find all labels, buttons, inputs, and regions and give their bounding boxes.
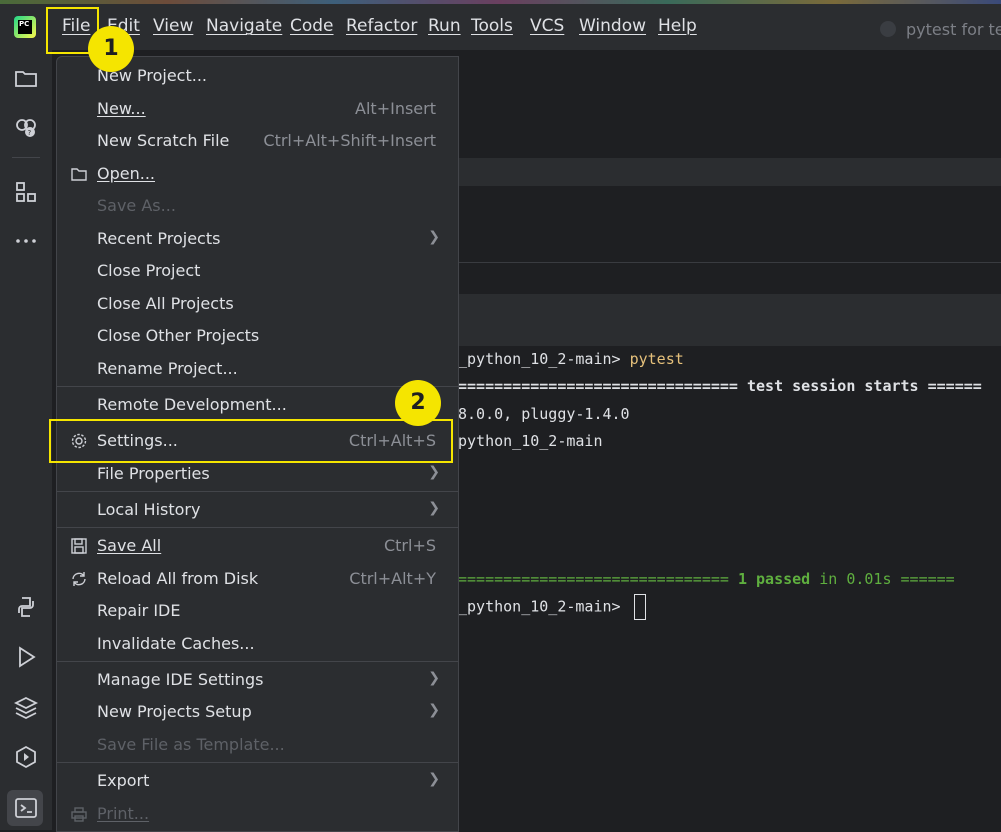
chevron-right-icon: ❯ (428, 500, 440, 516)
editor-band-1 (458, 158, 1001, 186)
services-icon[interactable] (12, 743, 40, 771)
menu-repair-ide[interactable]: Repair IDE (57, 596, 458, 626)
sidebar-separator (12, 157, 40, 158)
terminal-header (458, 294, 1001, 346)
step-badge-2: 2 (395, 380, 441, 426)
run-icon[interactable] (12, 643, 40, 671)
menu-print: Print... (57, 799, 458, 829)
terminal-line-3: 8.0.0, pluggy-1.4.0 (458, 405, 630, 423)
python-interpreter-icon (880, 21, 896, 37)
save-icon (71, 538, 87, 554)
menu-separator (57, 491, 458, 492)
menu-close-project[interactable]: Close Project (57, 256, 458, 286)
step-badge-1: 1 (88, 26, 134, 72)
menu-refactor[interactable]: Refactor (346, 16, 417, 36)
chevron-right-icon: ❯ (428, 229, 440, 245)
menu-separator (57, 762, 458, 763)
terminal-line-5: ============================== 1 passed … (458, 570, 955, 588)
chevron-right-icon: ❯ (428, 702, 440, 718)
terminal-cursor (633, 594, 646, 620)
highlight-settings (49, 419, 453, 463)
menu-save-file-as-template: Save File as Template... (97, 735, 285, 754)
reload-icon (72, 572, 86, 586)
terminal-line-2: =============================== test ses… (458, 377, 982, 395)
chevron-right-icon: ❯ (428, 771, 440, 787)
terminal-output[interactable]: _python_10_2-main> pytest ==============… (458, 348, 1001, 830)
menu-new[interactable]: New... Alt+Insert (57, 94, 458, 124)
structure-icon[interactable] (12, 178, 40, 206)
menu-close-other-projects[interactable]: Close Other Projects (57, 321, 458, 351)
layers-icon[interactable] (12, 693, 40, 721)
menu-recent-projects[interactable]: Recent Projects ❯ (57, 224, 458, 254)
folder-open-icon (71, 168, 87, 181)
menu-manage-ide-settings[interactable]: Manage IDE Settings ❯ (57, 665, 458, 695)
terminal-icon[interactable] (12, 794, 40, 822)
menu-reload-all[interactable]: Reload All from Disk Ctrl+Alt+Y (57, 564, 458, 594)
window-title: pytest for te (906, 20, 1001, 39)
menu-code[interactable]: Code (290, 16, 334, 36)
menu-help[interactable]: Help (658, 16, 697, 36)
python-icon[interactable] (12, 593, 40, 621)
terminal-line-1: _python_10_2-main> pytest (458, 350, 684, 368)
copilot-icon[interactable]: ? (12, 113, 40, 141)
menu-save-as: Save As... (97, 196, 176, 215)
chevron-right-icon: ❯ (428, 670, 440, 686)
menu-close-all-projects[interactable]: Close All Projects (57, 289, 458, 319)
menu-export[interactable]: Export ❯ (57, 766, 458, 796)
menu-new-projects-setup[interactable]: New Projects Setup ❯ (57, 697, 458, 727)
menu-file-properties[interactable]: File Properties ❯ (57, 459, 458, 489)
menu-open[interactable]: Open... (57, 159, 458, 189)
menu-rename-project[interactable]: Rename Project... (57, 354, 458, 384)
terminal-line-4: python_10_2-main (458, 432, 603, 450)
editor-divider (458, 262, 1001, 263)
menu-tools[interactable]: Tools (471, 16, 513, 36)
svg-text:?: ? (28, 129, 32, 137)
menu-separator (57, 386, 458, 387)
more-icon[interactable] (12, 227, 40, 255)
menu-window[interactable]: Window (579, 16, 646, 36)
menu-new-scratch-file[interactable]: New Scratch File Ctrl+Alt+Shift+Insert (57, 126, 458, 156)
menu-separator (57, 661, 458, 662)
menu-local-history[interactable]: Local History ❯ (57, 495, 458, 525)
menu-vcs[interactable]: VCS (530, 16, 564, 36)
menu-view[interactable]: View (153, 16, 193, 36)
menu-run[interactable]: Run (428, 16, 461, 36)
menu-navigate[interactable]: Navigate (206, 16, 282, 36)
chevron-right-icon: ❯ (428, 464, 440, 480)
menu-separator (57, 527, 458, 528)
pycharm-logo-icon[interactable]: PC (14, 16, 36, 38)
tool-window-bar: ? (0, 50, 53, 830)
terminal-line-6: _python_10_2-main> (458, 594, 646, 620)
menu-save-all[interactable]: Save All Ctrl+S (57, 531, 458, 561)
folder-icon[interactable] (12, 64, 40, 92)
print-icon (71, 807, 87, 822)
menu-bar: PC File Edit View Navigate Code Refactor… (0, 4, 1001, 50)
menu-invalidate-caches[interactable]: Invalidate Caches... (57, 629, 458, 659)
